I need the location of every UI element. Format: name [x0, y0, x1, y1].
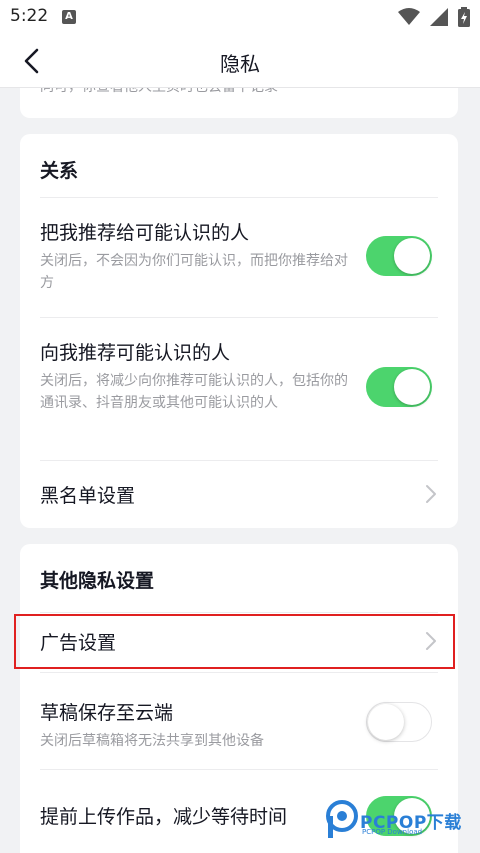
divider [40, 460, 438, 461]
status-time: 5:22 [10, 6, 49, 26]
divider [40, 672, 438, 673]
card-relations: 关系 把我推荐给可能认识的人 关闭后，不会因为你们可能认识，而把你推荐给对方 向… [20, 134, 458, 528]
toggle-knob [394, 369, 430, 405]
divider [40, 769, 438, 770]
setting-desc: 关闭后草稿箱将无法共享到其他设备 [40, 733, 264, 749]
page-title: 隐私 [220, 52, 260, 76]
divider [40, 317, 438, 318]
divider [40, 197, 438, 198]
setting-label: 向我推荐可能认识的人 [40, 342, 231, 364]
highlight-box [14, 614, 455, 669]
toggle-recommend-me-to-others[interactable] [366, 236, 432, 276]
setting-desc: 关闭后，将减少向你推荐可能认识的人，包括你的通讯录、抖音朋友或其他可能认识的人 [40, 373, 348, 411]
chevron-right-icon [426, 485, 436, 503]
battery-charging-icon [458, 7, 470, 27]
status-bar: 5:22 A [0, 0, 480, 34]
notification-icon: A [62, 10, 76, 24]
status-icons [398, 7, 470, 27]
section-title-relations: 关系 [40, 160, 79, 182]
signal-icon [430, 8, 448, 26]
toggle-recommend-others-to-me[interactable] [366, 367, 432, 407]
setting-label: 提前上传作品，减少等待时间 [40, 806, 288, 828]
wifi-icon [398, 8, 420, 25]
toggle-draft-cloud-save[interactable] [366, 702, 432, 742]
pcpop-logo-icon [326, 800, 358, 838]
setting-label: 黑名单设置 [40, 485, 136, 507]
watermark-sub: PCPOP Download [362, 828, 423, 836]
watermark: PCPOP下载 PCPOP Download [322, 800, 472, 844]
setting-desc: 关闭后，不会因为你们可能认识，而把你推荐给对方 [40, 253, 348, 291]
setting-label: 把我推荐给可能认识的人 [40, 222, 250, 244]
card-previous-section: 同可，你查看他人主页时也会留下记录 [20, 88, 458, 118]
divider [40, 612, 438, 613]
previous-section-desc: 同可，你查看他人主页时也会留下记录 [40, 88, 278, 96]
toggle-knob [394, 238, 430, 274]
setting-label: 草稿保存至云端 [40, 702, 174, 724]
toggle-knob [368, 704, 404, 740]
section-title-other-privacy: 其他隐私设置 [40, 570, 155, 592]
nav-bar: 隐私 [0, 34, 480, 88]
